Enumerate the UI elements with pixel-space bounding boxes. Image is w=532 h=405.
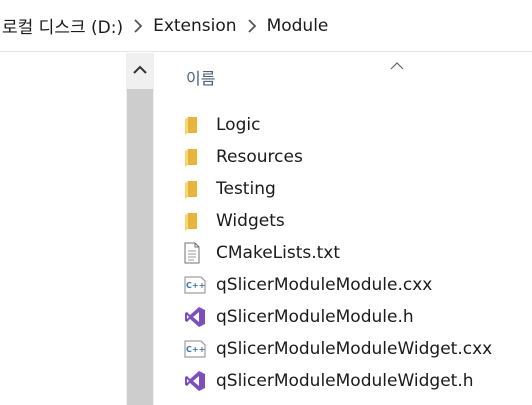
cpp-file-icon: C++	[184, 333, 212, 365]
file-name: qSlicerModuleModuleWidget.h	[216, 371, 474, 391]
file-name: Logic	[216, 115, 261, 135]
file-name: Widgets	[216, 211, 285, 231]
visual-studio-file-icon	[184, 301, 212, 333]
list-item[interactable]: C++ qSlicerModuleModuleWidget.cxx	[184, 333, 532, 365]
list-item[interactable]: CMakeLists.txt	[184, 237, 532, 269]
text-file-icon	[184, 237, 212, 269]
file-name: qSlicerModuleModule.cxx	[216, 275, 433, 295]
list-item[interactable]: Logic	[184, 109, 532, 141]
chevron-up-icon	[133, 65, 147, 74]
list-item[interactable]: Resources	[184, 141, 532, 173]
chevron-right-icon[interactable]	[125, 18, 151, 34]
breadcrumb: 로컬 디스크 (D:) Extension Module	[0, 0, 532, 52]
list-item[interactable]: Widgets	[184, 205, 532, 237]
breadcrumb-item-drive[interactable]: 로컬 디스크 (D:)	[0, 13, 125, 38]
list-item[interactable]: C++ qSlicerModuleModule.cxx	[184, 269, 532, 301]
column-header-name[interactable]: 이름	[186, 65, 215, 89]
folder-icon	[184, 205, 212, 237]
file-name: Resources	[216, 147, 303, 167]
folder-icon	[184, 141, 212, 173]
cpp-file-icon: C++	[184, 269, 212, 301]
breadcrumb-item-module[interactable]: Module	[265, 16, 331, 36]
file-list-pane: 이름 Logic Resources Testing Widgets CMake…	[154, 53, 532, 405]
scroll-up-button[interactable]	[126, 53, 154, 87]
file-name: Testing	[216, 179, 276, 199]
svg-text:C++: C++	[186, 345, 205, 354]
list-item[interactable]: Testing	[184, 173, 532, 205]
file-list: Logic Resources Testing Widgets CMakeLis…	[184, 109, 532, 397]
svg-text:C++: C++	[186, 281, 205, 290]
chevron-right-icon[interactable]	[239, 18, 265, 34]
file-name: qSlicerModuleModuleWidget.cxx	[216, 339, 493, 359]
scrollbar[interactable]	[126, 53, 154, 405]
folder-icon	[184, 173, 212, 205]
file-name: CMakeLists.txt	[216, 243, 341, 263]
navigation-pane[interactable]	[0, 53, 126, 405]
breadcrumb-item-extension[interactable]: Extension	[151, 16, 238, 36]
sort-ascending-icon	[390, 55, 404, 74]
scroll-thumb[interactable]	[127, 89, 153, 405]
list-item[interactable]: qSlicerModuleModule.h	[184, 301, 532, 333]
list-item[interactable]: qSlicerModuleModuleWidget.h	[184, 365, 532, 397]
file-name: qSlicerModuleModule.h	[216, 307, 414, 327]
visual-studio-file-icon	[184, 365, 212, 397]
folder-icon	[184, 109, 212, 141]
